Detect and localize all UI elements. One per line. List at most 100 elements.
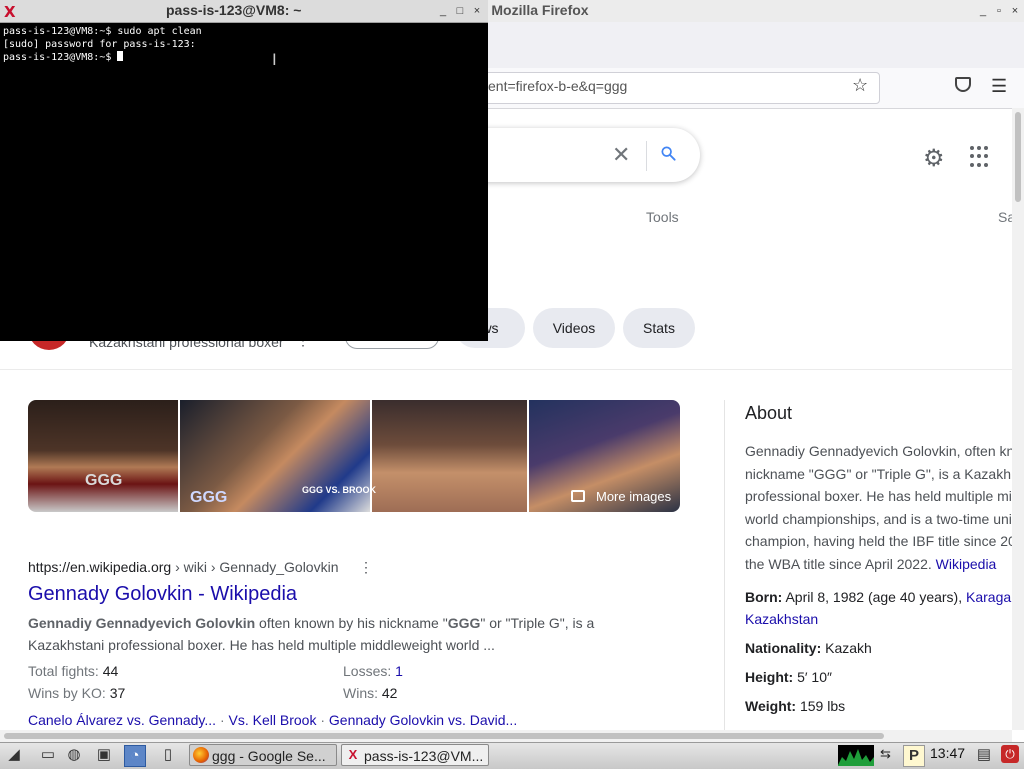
fact-label: Wins:	[343, 685, 382, 701]
sitelink-separator: ·	[316, 712, 329, 728]
result-title-link[interactable]: Gennady Golovkin - Wikipedia	[28, 583, 297, 606]
fact-value-link[interactable]: 1	[395, 663, 403, 679]
search-box-divider	[646, 141, 647, 171]
terminal-cursor	[117, 51, 124, 61]
taskbar-terminal-task[interactable]: Xpass-is-123@VM...	[341, 744, 489, 766]
sitelink-david[interactable]: Gennady Golovkin vs. David...	[329, 712, 517, 728]
result-cite[interactable]: https://en.wikipedia.org › wiki › Gennad…	[28, 559, 339, 575]
hamburger-menu-icon[interactable]: ☰	[991, 76, 1007, 97]
knowledge-panel-divider	[724, 400, 725, 730]
fact-label: Wins by KO:	[28, 685, 110, 701]
power-icon[interactable]: ⏻	[1001, 745, 1019, 763]
chip-videos[interactable]: Videos	[533, 308, 615, 348]
cpu-monitor-graph	[838, 745, 874, 766]
terminal-minimize-button[interactable]: _	[435, 3, 451, 19]
kp-line-text: the WBA title since April 2022.	[745, 555, 936, 572]
horizontal-scrollbar-thumb[interactable]	[4, 733, 884, 739]
image-icon[interactable]	[571, 490, 585, 502]
kp-value: 5′ 10″	[793, 669, 832, 685]
network-globe-icon[interactable]: ◍	[64, 745, 84, 765]
fact-total-fights: Total fights: 44	[28, 663, 118, 679]
firefox-close-button[interactable]: ×	[1007, 3, 1023, 19]
kp-label: Nationality:	[745, 640, 822, 656]
firefox-launcher-icon[interactable]: ◔	[124, 745, 146, 767]
firefox-maximize-button[interactable]: ▫	[991, 3, 1007, 19]
snippet-bold-nickname: GGG	[447, 615, 481, 631]
url-text[interactable]: ent=firefox-b-e&q=ggg	[488, 78, 627, 94]
fact-label: Total fights:	[28, 663, 103, 679]
vertical-scrollbar-thumb[interactable]	[1015, 112, 1021, 202]
clock[interactable]: 13:47	[930, 745, 965, 761]
start-menu-icon[interactable]: ◢	[4, 745, 24, 765]
kp-line: nickname "GGG" or "Triple G", is a Kazak…	[745, 465, 1011, 482]
kp-value: Kazakh	[821, 640, 872, 656]
cite-domain: https://en.wikipedia.org	[28, 559, 172, 575]
kp-label: Weight:	[745, 698, 797, 714]
kp-line: professional boxer. He has held multiple…	[745, 488, 1012, 504]
kp-label: Born:	[745, 589, 783, 605]
sitelink-kell-brook[interactable]: Vs. Kell Brook	[229, 712, 317, 728]
kp-born-place-link[interactable]: Karaga	[966, 589, 1011, 605]
network-status-icon[interactable]: ⇆	[880, 746, 891, 762]
terminal-title: pass-is-123@VM8: ~	[166, 2, 302, 18]
xterm-icon: X	[348, 747, 358, 762]
result-more-icon[interactable]: ⋮	[359, 559, 373, 576]
firefox-minimize-button[interactable]: _	[975, 3, 991, 19]
kp-label: Height:	[745, 669, 794, 685]
image-2-logo-text: GGG	[190, 489, 228, 506]
knowledge-panel-title: About	[745, 403, 793, 423]
sitelink-separator: ·	[216, 712, 229, 728]
kp-value: April 8, 1982 (age 40 years),	[782, 589, 966, 605]
clipboard-icon[interactable]: P	[903, 745, 925, 767]
tools-tab[interactable]: Tools	[646, 209, 679, 225]
kp-weight: Weight: 159 lbs	[745, 698, 845, 714]
kp-line: Gennadiy Gennadyevich Golovkin, often kn	[745, 443, 1015, 459]
terminal-output[interactable]: pass-is-123@VM8:~$ sudo apt clean [sudo] …	[3, 26, 483, 65]
kp-born: Born: April 8, 1982 (age 40 years), Kara…	[745, 589, 1011, 605]
knowledge-panel-description: Gennadiy Gennadyevich Golovkin, often kn…	[745, 440, 1024, 575]
fact-value: 44	[102, 663, 119, 679]
kp-line: champion, having held the IBF title sinc…	[745, 533, 1016, 549]
kp-height: Height: 5′ 10″	[745, 669, 832, 685]
fact-wins-by-ko: Wins by KO: 37	[28, 685, 125, 701]
screen-lock-icon[interactable]: ▤	[974, 745, 994, 765]
snippet-text-1: often known by his nickname "	[255, 615, 448, 631]
search-icon[interactable]	[660, 145, 676, 161]
launcher-icon[interactable]: ▯	[158, 745, 178, 765]
kp-value: 159 lbs	[796, 698, 846, 714]
terminal-prompt-line: pass-is-123@VM8:~$	[3, 51, 483, 65]
show-desktop-icon[interactable]: ▣	[94, 745, 114, 765]
file-manager-icon[interactable]: ▭	[38, 745, 58, 765]
result-sitelinks: Canelo Álvarez vs. Gennady... · Vs. Kell…	[28, 712, 517, 728]
fact-value: 37	[109, 685, 126, 701]
kp-line: the WBA title since April 2022. Wikipedi…	[745, 553, 1024, 576]
google-apps-icon[interactable]	[970, 146, 992, 168]
fact-label: Losses:	[343, 663, 396, 679]
clear-search-icon[interactable]: ✕	[612, 142, 630, 168]
fact-value: 42	[381, 685, 398, 701]
fact-losses: Losses: 1	[343, 663, 403, 679]
image-2-caption: GGG VS. BROOK	[302, 485, 377, 495]
wikipedia-source-link[interactable]: Wikipedia	[936, 556, 997, 572]
firefox-icon	[193, 747, 209, 763]
settings-gear-icon[interactable]: ⚙	[923, 144, 945, 173]
sitelink-canelo[interactable]: Canelo Álvarez vs. Gennady...	[28, 712, 216, 728]
chip-stats[interactable]: Stats	[623, 308, 695, 348]
more-images-link[interactable]: More images	[596, 489, 671, 504]
kp-line: world championships, and is a two-time u…	[745, 510, 1012, 527]
cite-path: › wiki › Gennady_Golovkin	[171, 559, 339, 575]
terminal-maximize-button[interactable]: □	[452, 3, 468, 19]
kp-born-country-link[interactable]: Kazakhstan	[745, 611, 818, 627]
result-snippet: Gennadiy Gennadyevich Golovkin often kno…	[28, 612, 628, 656]
terminal-close-button[interactable]: ×	[469, 3, 485, 19]
task-label: pass-is-123@VM...	[364, 748, 484, 764]
bookmark-star-icon[interactable]: ☆	[852, 75, 868, 96]
taskbar-firefox-task[interactable]: ggg - Google Se...	[189, 744, 337, 766]
image-result-1[interactable]	[28, 400, 178, 512]
terminal-prompt: pass-is-123@VM8:~$	[3, 52, 118, 63]
mouse-ibeam-cursor-icon: I	[272, 50, 277, 69]
image-result-3[interactable]	[372, 400, 527, 512]
image-1-logo-text: GGG	[85, 472, 123, 489]
fact-wins: Wins: 42	[343, 685, 397, 701]
kp-born-cont: Kazakhstan	[745, 611, 818, 627]
